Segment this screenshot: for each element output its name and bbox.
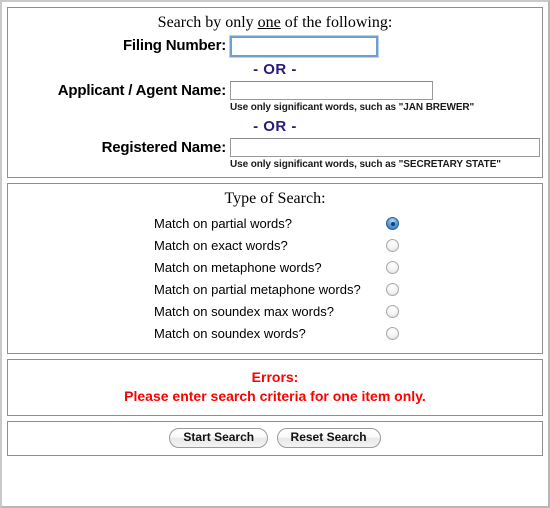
type-of-search-heading: Type of Search: — [224, 189, 326, 207]
filing-number-input[interactable] — [230, 35, 378, 57]
radio-soundex[interactable] — [386, 327, 399, 341]
radio-soundex-max[interactable] — [386, 305, 399, 319]
criteria-heading: Search by only one of the following: — [8, 11, 542, 36]
search-type-option-metaphone[interactable]: Match on metaphone words? — [8, 257, 542, 279]
criteria-heading-pre: Search by only — [157, 14, 258, 31]
search-criteria-panel: Search by only one of the following: Fil… — [7, 7, 543, 178]
search-type-label-exact: Match on exact words? — [154, 238, 288, 254]
search-type-option-soundex[interactable]: Match on soundex words? — [8, 323, 542, 345]
registered-name-input[interactable] — [230, 137, 540, 157]
criteria-heading-emphasis: one — [257, 14, 281, 31]
registered-name-control: Use only significant words, such as "SEC… — [230, 137, 542, 171]
applicant-agent-name-label: Applicant / Agent Name: — [57, 81, 226, 99]
error-panel: Errors: Please enter search criteria for… — [7, 359, 543, 417]
search-type-label-soundex-max: Match on soundex max words? — [154, 304, 334, 320]
type-of-search-panel: Type of Search: Match on partial words? … — [7, 182, 543, 355]
applicant-agent-name-row: Applicant / Agent Name: Use only signifi… — [8, 80, 542, 114]
applicant-agent-name-hint: Use only significant words, such as "JAN… — [230, 101, 475, 113]
search-type-label-partial-metaphone: Match on partial metaphone words? — [154, 282, 361, 298]
filing-number-label: Filing Number: — [122, 36, 226, 54]
search-type-control-exact[interactable] — [386, 237, 399, 255]
radio-exact[interactable] — [386, 239, 399, 253]
search-type-control-soundex[interactable] — [386, 325, 399, 343]
registered-name-hint: Use only significant words, such as "SEC… — [230, 158, 501, 170]
radio-partial[interactable] — [386, 217, 399, 231]
applicant-agent-name-input[interactable] — [230, 80, 433, 100]
action-panel: Start Search Reset Search — [7, 421, 543, 457]
registered-name-row: Registered Name: Use only significant wo… — [8, 137, 542, 171]
search-type-label-partial: Match on partial words? — [154, 216, 293, 232]
search-type-option-exact[interactable]: Match on exact words? — [8, 235, 542, 257]
radio-partial-metaphone[interactable] — [386, 283, 399, 297]
filing-number-row: Filing Number: — [8, 35, 542, 57]
search-type-control-metaphone[interactable] — [386, 259, 399, 277]
search-form-page: Search by only one of the following: Fil… — [0, 0, 550, 508]
search-type-option-partial-metaphone[interactable]: Match on partial metaphone words? — [8, 279, 542, 301]
start-search-button[interactable]: Start Search — [169, 428, 269, 449]
radio-metaphone[interactable] — [386, 261, 399, 275]
search-type-control-partial-metaphone[interactable] — [386, 281, 399, 299]
reset-search-button[interactable]: Reset Search — [276, 428, 381, 449]
or-separator-1: - OR - — [253, 60, 297, 78]
registered-name-label: Registered Name: — [101, 138, 227, 156]
search-type-label-metaphone: Match on metaphone words? — [154, 260, 322, 276]
or-separator-2: - OR - — [253, 117, 297, 135]
criteria-heading-post: of the following: — [280, 14, 393, 31]
search-type-control-soundex-max[interactable] — [386, 303, 399, 321]
search-type-option-soundex-max[interactable]: Match on soundex max words? — [8, 301, 542, 323]
search-type-control-partial[interactable] — [386, 215, 399, 233]
applicant-agent-name-control: Use only significant words, such as "JAN… — [230, 80, 542, 114]
filing-number-control — [230, 35, 542, 57]
search-type-label-soundex: Match on soundex words? — [154, 326, 306, 342]
search-type-option-partial[interactable]: Match on partial words? — [8, 213, 542, 235]
error-title: Errors: — [251, 369, 299, 386]
search-type-radio-group: Match on partial words? Match on exact w… — [8, 211, 542, 345]
error-message: Please enter search criteria for one ite… — [124, 388, 426, 405]
